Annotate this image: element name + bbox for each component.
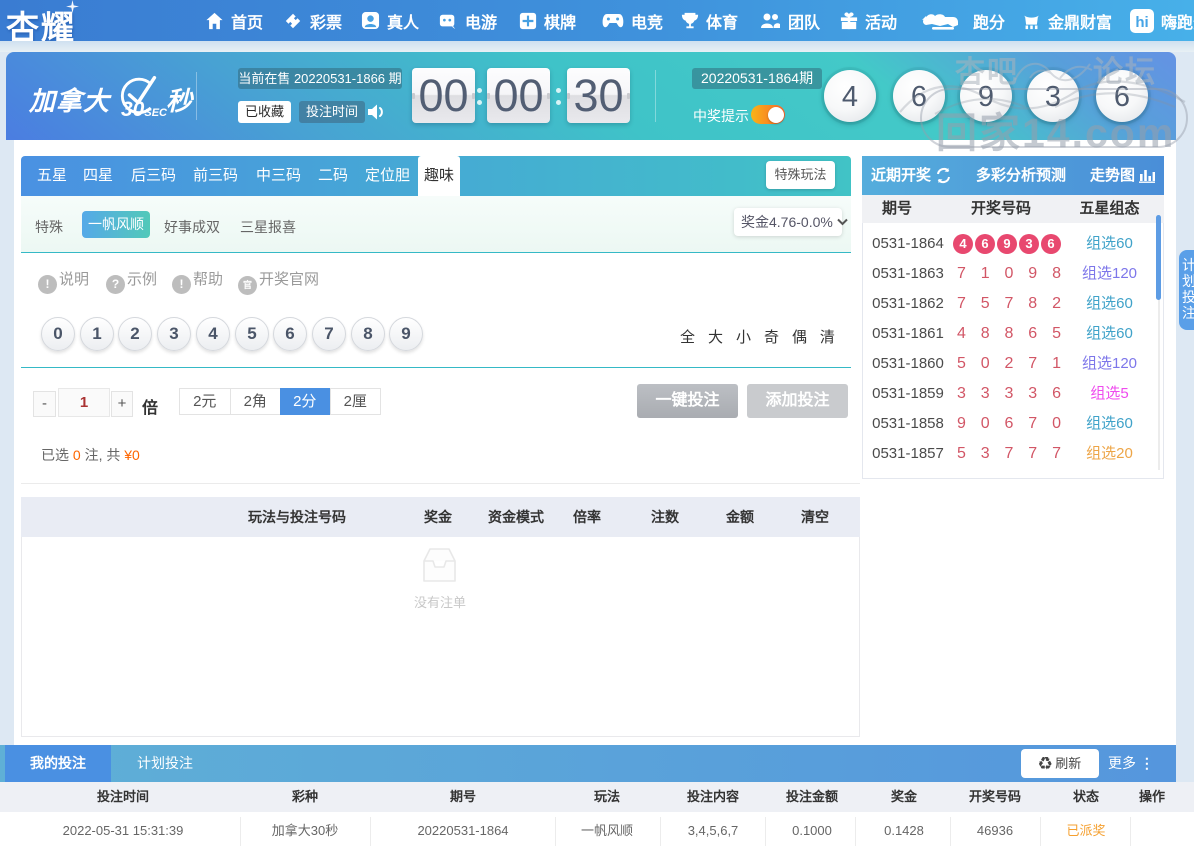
svg-text:hi: hi (1135, 14, 1148, 31)
